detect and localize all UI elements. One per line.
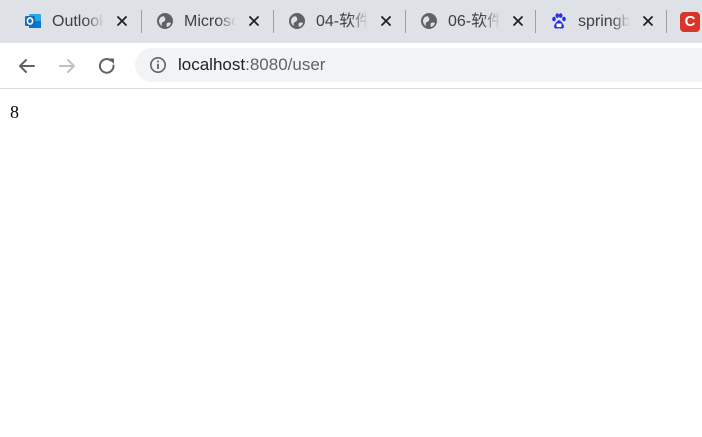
page-body-text: 8 [10,102,19,122]
tab-springboot[interactable]: springboot [536,0,664,43]
close-icon[interactable] [510,13,526,29]
outlook-icon [25,14,41,28]
info-icon[interactable] [149,56,167,74]
forward-arrow-icon[interactable] [56,55,78,77]
baidu-paw-icon [552,13,566,29]
tab-title: Outlook [52,13,104,30]
address-bar[interactable]: localhost:8080/user [135,48,702,82]
tab-strip: Outlook Microsoft 04-软件工程 06-软件工程 [0,0,702,43]
tab-separator [666,10,667,33]
globe-icon [157,13,173,29]
close-icon[interactable] [246,13,262,29]
close-icon[interactable] [378,13,394,29]
tab-outlook[interactable]: Outlook [10,0,138,43]
tab-04[interactable]: 04-软件工程 [274,0,402,43]
url-host: localhost [178,55,246,74]
globe-icon [289,13,305,29]
url-text[interactable]: localhost:8080/user [178,55,325,75]
reload-icon[interactable] [96,55,118,77]
csdn-icon: C [680,12,700,32]
tab-csdn[interactable]: C [668,0,702,43]
close-icon[interactable] [640,13,656,29]
tab-title: springboot [578,13,630,30]
tab-06[interactable]: 06-软件工程 [406,0,534,43]
tab-title: Microsoft [184,13,236,30]
tab-title: 06-软件工程 [448,13,500,30]
browser-toolbar: localhost:8080/user [0,43,702,89]
close-icon[interactable] [114,13,130,29]
tab-microsoft[interactable]: Microsoft [142,0,270,43]
tab-title: 04-软件工程 [316,13,368,30]
globe-icon [421,13,437,29]
url-path: :8080/user [245,55,326,74]
back-arrow-icon[interactable] [16,55,38,77]
